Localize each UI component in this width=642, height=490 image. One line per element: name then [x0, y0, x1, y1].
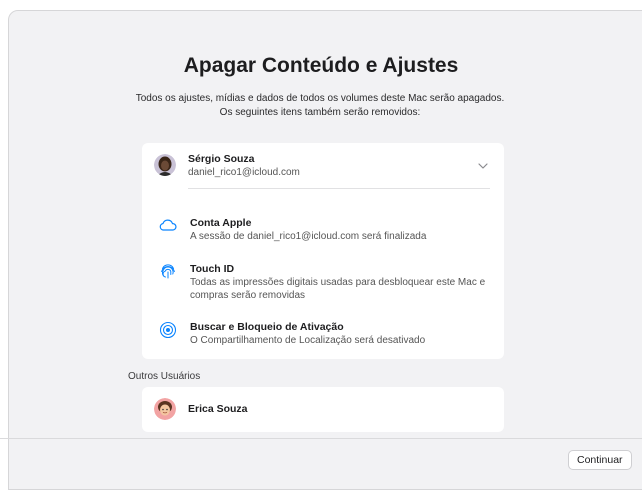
- item-title-find-my: Buscar e Bloqueio de Ativação: [190, 321, 344, 333]
- user-avatar: [154, 398, 176, 420]
- item-desc-touch-id: Todas as impressões digitais usadas para…: [190, 277, 486, 301]
- divider: [188, 188, 490, 189]
- cloud-icon: [158, 215, 178, 235]
- user-name: Erica Souza: [188, 403, 248, 415]
- find-my-icon: [158, 320, 178, 340]
- account-email: daniel_rico1@icloud.com: [188, 167, 300, 178]
- other-user-card: Erica Souza: [142, 387, 504, 432]
- continue-button[interactable]: Continuar: [568, 450, 632, 470]
- page-title: Apagar Conteúdo e Ajustes: [183, 54, 459, 77]
- other-users-label: Outros Usuários: [128, 371, 201, 382]
- item-desc-find-my: O Compartilhamento de Localização será d…: [190, 335, 426, 346]
- account-name: Sérgio Souza: [188, 153, 255, 165]
- item-desc-apple-account: A sessão de daniel_rico1@icloud.com será…: [190, 231, 427, 242]
- fingerprint-icon: [158, 261, 178, 281]
- chevron-down-icon[interactable]: [477, 158, 489, 176]
- items-to-remove-card: Sérgio Souza daniel_rico1@icloud.com Con…: [142, 143, 504, 359]
- item-title-apple-account: Conta Apple: [190, 217, 252, 229]
- item-title-touch-id: Touch ID: [190, 263, 235, 275]
- page-subtitle: Todos os ajustes, mídias e dados de todo…: [135, 93, 505, 118]
- footer-divider: [0, 438, 642, 439]
- account-avatar: [154, 154, 176, 176]
